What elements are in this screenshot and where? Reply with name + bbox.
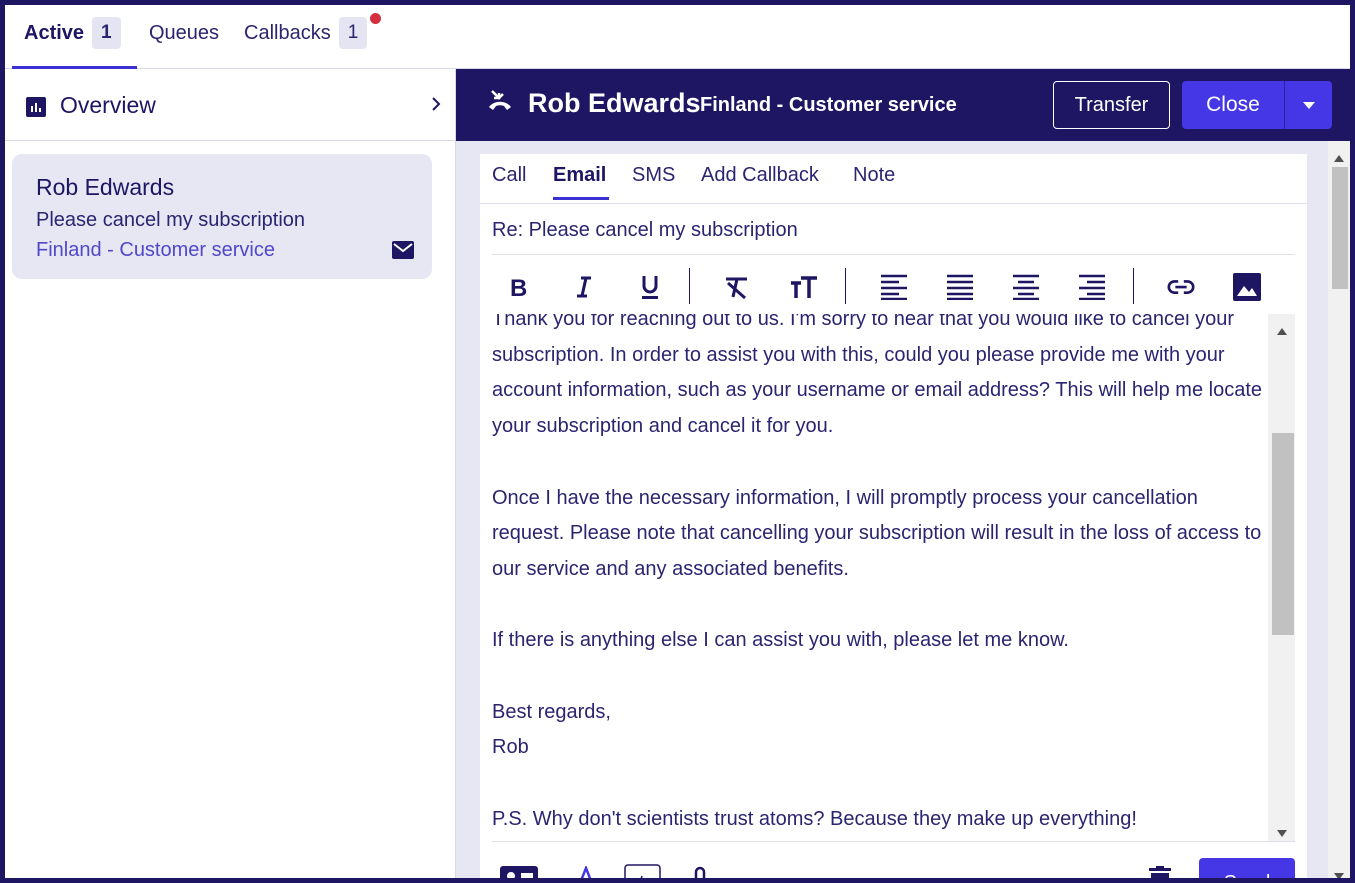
text-size-icon[interactable] — [789, 272, 819, 302]
scroll-up-icon[interactable] — [1334, 149, 1344, 167]
clear-format-icon[interactable] — [722, 272, 752, 302]
overview-row[interactable]: Overview — [5, 69, 455, 141]
tab-active-count: 1 — [92, 17, 121, 49]
page-scrollbar[interactable] — [1328, 141, 1350, 878]
chevron-right-icon — [431, 96, 441, 117]
editor-scrollbar[interactable] — [1268, 314, 1295, 841]
attachment-icon[interactable] — [691, 866, 709, 878]
editor-scroll-thumb[interactable] — [1272, 433, 1294, 635]
page-scroll-thumb[interactable] — [1332, 167, 1348, 289]
text-color-icon[interactable] — [577, 864, 595, 878]
email-body-editor[interactable]: Thank you for reaching out to us. I'm so… — [492, 314, 1295, 842]
toolbar-divider — [845, 268, 846, 304]
conversation-sidebar: Overview Rob Edwards Please cancel my su… — [5, 69, 456, 878]
tab-queues[interactable]: Queues — [149, 15, 219, 51]
conversation-card[interactable]: Rob Edwards Please cancel my subscriptio… — [12, 154, 432, 279]
tab-call[interactable]: Call — [492, 164, 526, 187]
align-center-icon[interactable] — [1011, 272, 1041, 302]
email-subject-field[interactable]: Re: Please cancel my subscription — [492, 207, 1295, 255]
tab-active[interactable]: Active 1 — [24, 15, 121, 51]
checkbox-icon[interactable] — [624, 864, 662, 878]
top-tab-bar: Active 1 Queues Callbacks 1 — [5, 5, 1350, 69]
mail-icon — [392, 241, 414, 264]
call-end-icon — [486, 89, 514, 118]
compose-tabs: Call Email SMS Add Callback Note — [480, 154, 1307, 204]
conversation-queue: Finland - Customer service — [36, 239, 275, 261]
italic-icon[interactable] — [569, 272, 599, 302]
conversation-content: Call Email SMS Add Callback Note Re: Ple… — [456, 141, 1350, 878]
tab-callbacks[interactable]: Callbacks 1 — [244, 15, 368, 51]
scroll-down-icon[interactable] — [1277, 824, 1287, 841]
close-options-button[interactable] — [1284, 81, 1332, 129]
compose-card: Call Email SMS Add Callback Note Re: Ple… — [480, 154, 1307, 878]
conversation-subject: Please cancel my subscription — [36, 209, 306, 231]
header-queue-name: Finland - Customer service — [700, 94, 957, 116]
formatting-toolbar: B — [492, 258, 1295, 314]
tab-callbacks-count: 1 — [338, 17, 368, 49]
scroll-down-icon[interactable] — [1334, 867, 1344, 878]
tab-active-label: Active — [24, 21, 85, 44]
bold-icon[interactable]: B — [503, 272, 533, 302]
compose-actions-bar: Send — [492, 844, 1295, 878]
close-button[interactable]: Close — [1182, 81, 1284, 129]
tab-add-callback[interactable]: Add Callback — [701, 164, 819, 187]
tab-email[interactable]: Email — [553, 164, 606, 187]
scroll-up-icon[interactable] — [1277, 322, 1287, 340]
conversation-header: Rob Edwards Finland - Customer service T… — [456, 69, 1350, 141]
conversation-contact-name: Rob Edwards — [36, 174, 175, 200]
toolbar-divider — [689, 268, 690, 304]
image-icon[interactable] — [1232, 272, 1262, 302]
email-body-text: Thank you for reaching out to us. I'm so… — [492, 314, 1262, 830]
align-left-icon[interactable] — [879, 272, 909, 302]
tab-callbacks-label: Callbacks — [244, 21, 331, 44]
send-button[interactable]: Send — [1199, 858, 1295, 878]
svg-text:B: B — [510, 275, 527, 299]
notification-dot — [370, 13, 381, 24]
toolbar-divider — [1133, 268, 1134, 304]
bar-chart-icon — [26, 97, 46, 122]
compose-tab-indicator — [553, 197, 609, 200]
align-right-icon[interactable] — [1077, 272, 1107, 302]
tab-note[interactable]: Note — [853, 164, 895, 187]
caret-down-icon — [1302, 96, 1315, 114]
link-icon[interactable] — [1166, 272, 1196, 302]
justify-icon[interactable] — [945, 272, 975, 302]
app-window: Active 1 Queues Callbacks 1 Overview Rob… — [5, 5, 1350, 878]
overview-label: Overview — [60, 92, 156, 118]
tab-queues-label: Queues — [149, 21, 220, 44]
contact-card-icon[interactable] — [500, 866, 538, 878]
header-contact-name: Rob Edwards — [528, 88, 701, 118]
underline-icon[interactable] — [635, 272, 665, 302]
trash-icon[interactable] — [1149, 866, 1171, 878]
transfer-button[interactable]: Transfer — [1053, 81, 1170, 129]
tab-sms[interactable]: SMS — [632, 164, 675, 187]
